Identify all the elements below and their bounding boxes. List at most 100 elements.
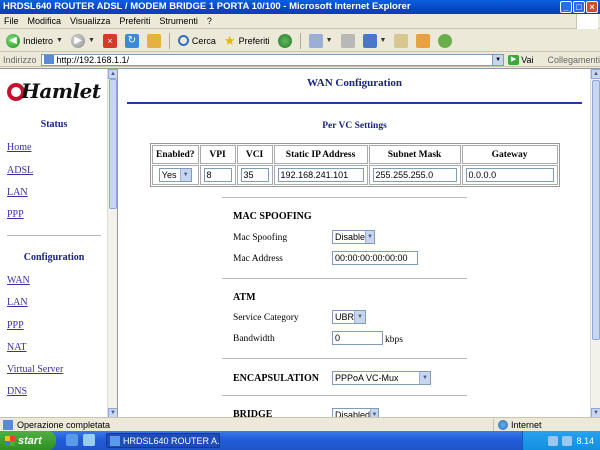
- toolbar-separator: [168, 32, 170, 49]
- home-button[interactable]: [145, 32, 163, 50]
- forward-button[interactable]: ▶ ▼: [69, 32, 97, 50]
- chevron-down-icon[interactable]: ▼: [326, 37, 333, 44]
- nav-config-ppp[interactable]: PPP: [7, 320, 24, 331]
- cell-vpi: 8: [199, 165, 236, 185]
- edit-button[interactable]: ▼: [361, 32, 389, 50]
- refresh-icon: ↻: [124, 33, 139, 48]
- address-input[interactable]: http://192.168.1.1/ ▼: [40, 53, 505, 66]
- mac-address-input[interactable]: 00:00:00:00:00:00: [332, 251, 418, 265]
- mac-spoofing-select[interactable]: Disable ▼: [332, 230, 375, 244]
- history-button[interactable]: [276, 32, 294, 50]
- gateway-input[interactable]: 0.0.0.0: [465, 168, 554, 182]
- nav-status-adsl[interactable]: ADSL: [7, 165, 33, 176]
- nav-config-virtual-server[interactable]: Virtual Server: [7, 364, 63, 375]
- maximize-button[interactable]: □: [573, 1, 585, 13]
- encapsulation-select[interactable]: PPPoA VC-Mux ▼: [332, 371, 431, 385]
- chevron-down-icon[interactable]: ▼: [179, 169, 191, 181]
- desktop-quicklaunch-icon[interactable]: [83, 434, 95, 446]
- nav-status-home[interactable]: Home: [7, 142, 31, 153]
- vci-input[interactable]: 35: [240, 168, 269, 182]
- chevron-down-icon[interactable]: ▼: [354, 311, 365, 323]
- subnet-mask-input[interactable]: 255.255.255.0: [372, 168, 457, 182]
- search-button[interactable]: Cerca: [176, 32, 218, 50]
- refresh-button[interactable]: ↻: [123, 32, 141, 50]
- edit-icon: [362, 33, 377, 48]
- enabled-select[interactable]: Yes ▼: [158, 168, 192, 182]
- cell-gateway: 0.0.0.0: [461, 165, 558, 185]
- menu-help[interactable]: ?: [207, 16, 212, 26]
- scroll-up-icon[interactable]: ▲: [108, 69, 117, 79]
- table-header-row: Enabled? VPI VCI Static IP Address Subne…: [152, 145, 558, 164]
- star-icon: ★: [223, 32, 236, 48]
- menu-strumenti[interactable]: Strumenti: [159, 16, 198, 26]
- nav-config-wan[interactable]: WAN: [7, 275, 30, 286]
- menu-preferiti[interactable]: Preferiti: [119, 16, 150, 26]
- nav-config-nat[interactable]: NAT: [7, 342, 26, 353]
- back-button[interactable]: ◀ Indietro ▼: [4, 32, 65, 50]
- taskbar-ie-window[interactable]: HRDSL640 ROUTER A...: [106, 433, 220, 448]
- configuration-heading: Configuration: [23, 252, 85, 263]
- menu-modifica[interactable]: Modifica: [28, 16, 62, 26]
- print-button[interactable]: [339, 32, 357, 50]
- go-button[interactable]: ▶ Vai: [508, 54, 533, 65]
- chevron-down-icon[interactable]: ▼: [56, 37, 63, 44]
- logo-text: Hamlet: [21, 79, 101, 103]
- research-button[interactable]: [414, 32, 432, 50]
- links-button[interactable]: Collegamenti: [547, 55, 600, 65]
- address-label: Indirizzo: [3, 54, 37, 65]
- menu-visualizza[interactable]: Visualizza: [70, 16, 110, 26]
- printer-icon: [340, 33, 355, 48]
- search-icon: [177, 35, 189, 46]
- bandwidth-label: Bandwidth: [233, 334, 275, 344]
- chevron-down-icon[interactable]: ▼: [88, 37, 95, 44]
- messenger-button[interactable]: [436, 32, 454, 50]
- toolbar-separator: [299, 32, 301, 49]
- static-ip-input[interactable]: 192.168.241.101: [277, 168, 364, 182]
- quick-launch: [66, 434, 95, 446]
- nav-config-lan[interactable]: LAN: [7, 297, 28, 308]
- mac-spoofing-value: Disable: [335, 232, 366, 242]
- col-enabled: Enabled?: [152, 145, 199, 164]
- window-title-bar[interactable]: HRDSL640 ROUTER ADSL / MODEM BRIDGE 1 PO…: [0, 0, 600, 14]
- left-scrollbar-thumb[interactable]: [109, 79, 117, 209]
- stop-button[interactable]: ×: [101, 32, 119, 50]
- windows-flag-icon: [5, 435, 15, 446]
- nav-config-dns[interactable]: DNS: [7, 386, 27, 397]
- main-scrollbar-thumb[interactable]: [592, 80, 600, 340]
- nav-status-lan[interactable]: LAN: [7, 187, 28, 198]
- vpi-input[interactable]: 8: [203, 168, 232, 182]
- col-subnet-mask: Subnet Mask: [368, 145, 461, 164]
- zone-label: Internet: [511, 420, 542, 430]
- left-scrollbar[interactable]: ▲ ▼: [107, 69, 117, 418]
- bandwidth-input[interactable]: 0: [332, 331, 383, 345]
- main-frame: WAN Configuration Per VC Settings Enable…: [119, 69, 590, 418]
- page-icon: [43, 55, 54, 64]
- minimize-button[interactable]: _: [560, 1, 572, 13]
- chevron-down-icon[interactable]: ▼: [492, 54, 504, 65]
- close-button[interactable]: ×: [586, 1, 598, 13]
- chevron-down-icon[interactable]: ▼: [380, 37, 387, 44]
- ie-icon: [110, 435, 120, 446]
- chevron-down-icon[interactable]: ▼: [419, 372, 430, 384]
- service-category-select[interactable]: UBR ▼: [332, 310, 366, 324]
- page-done-icon: [3, 419, 13, 430]
- home-icon: [146, 33, 161, 48]
- favorites-button[interactable]: ★ Preferiti: [222, 32, 272, 50]
- service-category-value: UBR: [335, 312, 355, 322]
- discuss-button[interactable]: [392, 32, 410, 50]
- service-category-label: Service Category: [233, 313, 299, 323]
- volume-tray-icon[interactable]: [562, 435, 573, 446]
- chevron-down-icon[interactable]: ▼: [365, 231, 374, 243]
- col-gateway: Gateway: [461, 145, 558, 164]
- nav-status-ppp[interactable]: PPP: [7, 209, 24, 220]
- mail-button[interactable]: ▼: [307, 32, 335, 50]
- col-static-ip: Static IP Address: [273, 145, 368, 164]
- menu-file[interactable]: File: [4, 16, 19, 26]
- encapsulation-value: PPPoA VC-Mux: [335, 373, 399, 383]
- start-button[interactable]: start: [0, 431, 56, 450]
- ie-quicklaunch-icon[interactable]: [66, 434, 78, 446]
- vc-settings-heading: Per VC Settings: [322, 121, 387, 131]
- scroll-up-icon[interactable]: ▲: [591, 69, 600, 79]
- network-tray-icon[interactable]: [548, 435, 559, 446]
- main-scrollbar[interactable]: ▲ ▼: [590, 69, 600, 418]
